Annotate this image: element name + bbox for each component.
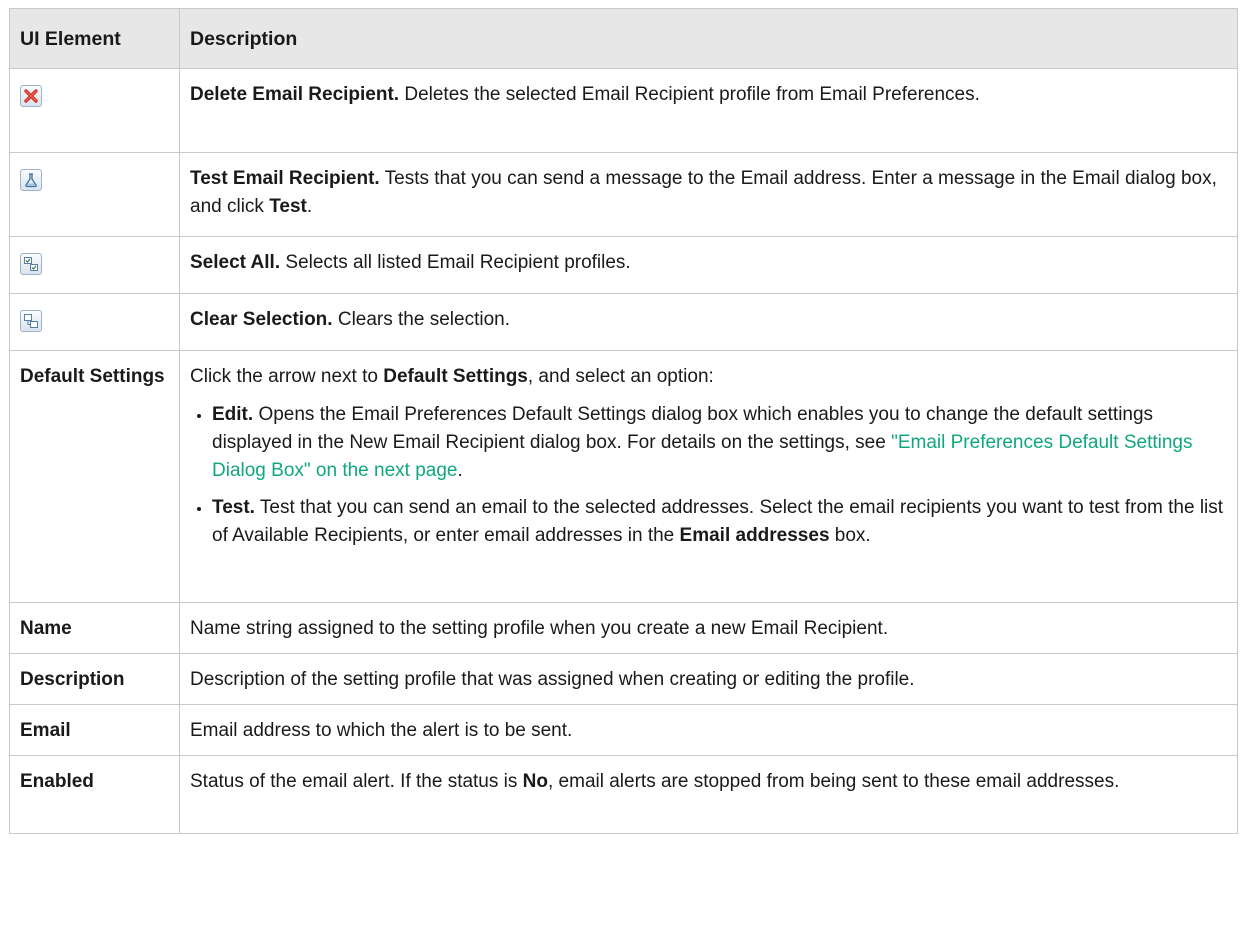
table-row: Enabled Status of the email alert. If th… [9, 755, 1238, 834]
row-text: Selects all listed Email Recipient profi… [280, 252, 631, 273]
clear-selection-icon[interactable] [20, 309, 42, 332]
row-text: Deletes the selected Email Recipient pro… [399, 84, 980, 105]
row-delete-element [9, 68, 180, 153]
row-title: Delete Email Recipient. [190, 84, 400, 105]
table-row: Select All. Selects all listed Email Rec… [9, 236, 1238, 294]
table-row: Default Settings Click the arrow next to… [9, 350, 1238, 603]
row-enabled-element: Enabled [9, 755, 180, 834]
row-email-description: Email address to which the alert is to b… [179, 704, 1238, 756]
enabled-text: Status of the email alert. If the status… [190, 771, 523, 792]
row-default-settings-description: Click the arrow next to Default Settings… [179, 350, 1238, 603]
intro-bold: Default Settings [383, 366, 528, 387]
option-edit-title: Edit. [212, 404, 254, 425]
option-edit-end: . [457, 460, 463, 481]
table-row: Clear Selection. Clears the selection. [9, 293, 1238, 351]
default-settings-options: Edit. Opens the Email Preferences Defaul… [190, 401, 1227, 550]
table-row: Name Name string assigned to the setting… [9, 602, 1238, 654]
row-description-element: Description [9, 653, 180, 705]
row-title: Clear Selection. [190, 309, 333, 330]
row-title: Select All. [190, 252, 281, 273]
flask-test-icon[interactable] [20, 168, 42, 191]
option-test-title: Test. [212, 497, 255, 518]
description-label: Description [20, 669, 125, 690]
option-edit: Edit. Opens the Email Preferences Defaul… [212, 401, 1227, 485]
enabled-text-end: , email alerts are stopped from being se… [548, 771, 1120, 792]
row-default-settings-element: Default Settings [9, 350, 180, 603]
select-all-icon[interactable] [20, 252, 42, 275]
row-title: Test Email Recipient. [190, 168, 380, 189]
delete-red-x-icon[interactable] [20, 84, 42, 107]
row-clear-description: Clear Selection. Clears the selection. [179, 293, 1238, 351]
table-row: Description Description of the setting p… [9, 653, 1238, 705]
table-header-row: UI Element Description [9, 8, 1238, 69]
row-select-all-element [9, 236, 180, 294]
table-row: Delete Email Recipient. Deletes the sele… [9, 68, 1238, 153]
row-test-element [9, 152, 180, 237]
row-delete-description: Delete Email Recipient. Deletes the sele… [179, 68, 1238, 153]
row-text: Clears the selection. [332, 309, 510, 330]
default-settings-label: Default Settings [20, 366, 165, 387]
row-text-end: . [306, 196, 313, 217]
row-description-description: Description of the setting profile that … [179, 653, 1238, 705]
row-email-element: Email [9, 704, 180, 756]
row-select-all-description: Select All. Selects all listed Email Rec… [179, 236, 1238, 294]
row-test-description: Test Email Recipient. Tests that you can… [179, 152, 1238, 237]
option-test-bold: Email addresses [679, 525, 830, 546]
ui-element-table: UI Element Description Delete Email Reci… [9, 8, 1238, 834]
intro-text: Click the arrow next to [190, 366, 384, 387]
table-row: Email Email address to which the alert i… [9, 704, 1238, 756]
name-label: Name [20, 618, 72, 639]
test-keyword: Test [269, 196, 307, 217]
header-description: Description [179, 8, 1238, 69]
option-test-end: box. [829, 525, 871, 546]
row-name-description: Name string assigned to the setting prof… [179, 602, 1238, 654]
enabled-label: Enabled [20, 771, 94, 792]
default-settings-intro: Click the arrow next to Default Settings… [190, 363, 1227, 391]
row-name-element: Name [9, 602, 180, 654]
row-clear-element [9, 293, 180, 351]
table-row: Test Email Recipient. Tests that you can… [9, 152, 1238, 237]
email-label: Email [20, 720, 71, 741]
intro-end: , and select an option: [527, 366, 714, 387]
row-enabled-description: Status of the email alert. If the status… [179, 755, 1238, 834]
header-ui-element: UI Element [9, 8, 180, 69]
option-test: Test. Test that you can send an email to… [212, 494, 1227, 550]
enabled-bold: No [522, 771, 548, 792]
